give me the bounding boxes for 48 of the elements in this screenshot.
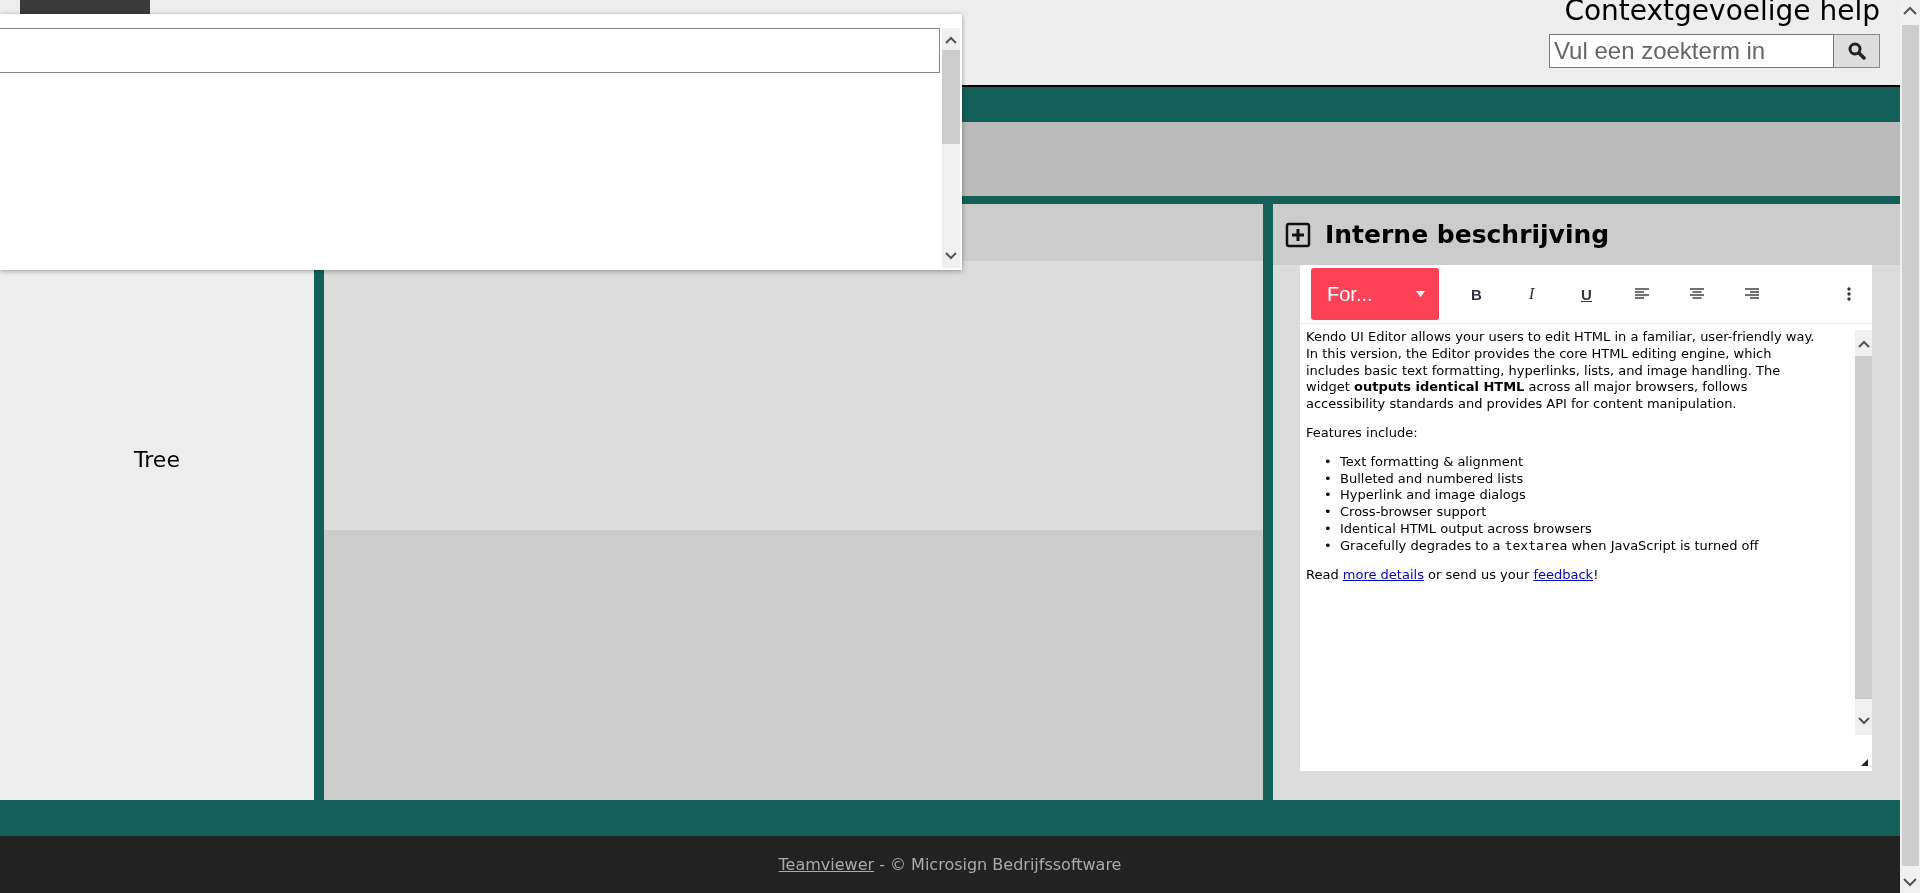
bullet: •: [1324, 537, 1333, 555]
scroll-down-icon[interactable]: [945, 252, 957, 260]
bullet: •: [1324, 453, 1333, 471]
bold-button[interactable]: B: [1449, 274, 1504, 314]
editor-text: Kendo UI Editor allows your users to edit HTML in a familiar, user-friendly way.: [1306, 329, 1816, 346]
feature-item: Gracefully degrades to a textarea when JavaScript is turned off: [1340, 537, 1759, 555]
more-icon: [1847, 287, 1851, 301]
feature-item: Bulleted and numbered lists: [1340, 470, 1524, 488]
page-scrollbar[interactable]: [1900, 0, 1920, 893]
align-right-icon: [1744, 288, 1759, 300]
feature-item: Cross-browser support: [1340, 504, 1487, 521]
scrollbar[interactable]: [1855, 330, 1872, 735]
teamviewer-link[interactable]: Teamviewer: [778, 855, 875, 874]
align-center-icon: [1689, 288, 1704, 300]
align-left-icon: [1634, 288, 1649, 300]
scroll-up-icon[interactable]: [1903, 6, 1917, 15]
scroll-thumb[interactable]: [942, 50, 960, 144]
scroll-thumb[interactable]: [1855, 356, 1872, 699]
bullet: •: [1324, 470, 1333, 488]
scrollbar[interactable]: [942, 28, 960, 268]
underline-button[interactable]: U: [1559, 274, 1614, 314]
editor-text: Features include:: [1306, 425, 1419, 442]
more-details-link[interactable]: more details: [1342, 566, 1424, 582]
italic-button[interactable]: I: [1504, 274, 1559, 314]
caret-icon: [1416, 291, 1425, 297]
bullet: •: [1324, 504, 1333, 521]
editor-text: Read more details or send us your feedback!: [1306, 566, 1600, 584]
scroll-down-icon[interactable]: [1857, 717, 1870, 725]
resize-handle-icon[interactable]: [1861, 759, 1868, 766]
expand-icon[interactable]: [1285, 221, 1311, 248]
scroll-down-icon[interactable]: [1903, 878, 1917, 887]
footer-text: Teamviewer - © Microsign Bedrijfssoftware: [778, 855, 1122, 874]
panel-title: Interne beschrijving: [1325, 220, 1610, 249]
scroll-up-icon[interactable]: [1857, 340, 1870, 348]
feature-item: Text formatting & alignment: [1340, 453, 1524, 471]
search-button[interactable]: [1834, 34, 1880, 68]
search-icon: [1847, 42, 1866, 60]
search-field[interactable]: Vul een zoekterm in: [1549, 34, 1834, 68]
bullet: •: [1324, 487, 1333, 505]
scroll-up-icon[interactable]: [945, 36, 957, 44]
editor-text: In this version, the Editor provides the core HTML editing engine, which includes basic text formatting, hyperlinks, lists, and image handling. The widget outputs identical HTML across all major browsers, follows accessibility standards and provides API for content manipulation.: [1306, 345, 1782, 413]
bullet: •: [1324, 520, 1333, 538]
feature-item: Identical HTML output across browsers: [1340, 520, 1592, 538]
scroll-thumb[interactable]: [1901, 25, 1919, 866]
tree-label: Tree: [134, 447, 180, 472]
feature-item: Hyperlink and image dialogs: [1340, 487, 1526, 505]
input-field[interactable]: [0, 28, 940, 73]
feedback-link[interactable]: feedback: [1533, 566, 1594, 582]
